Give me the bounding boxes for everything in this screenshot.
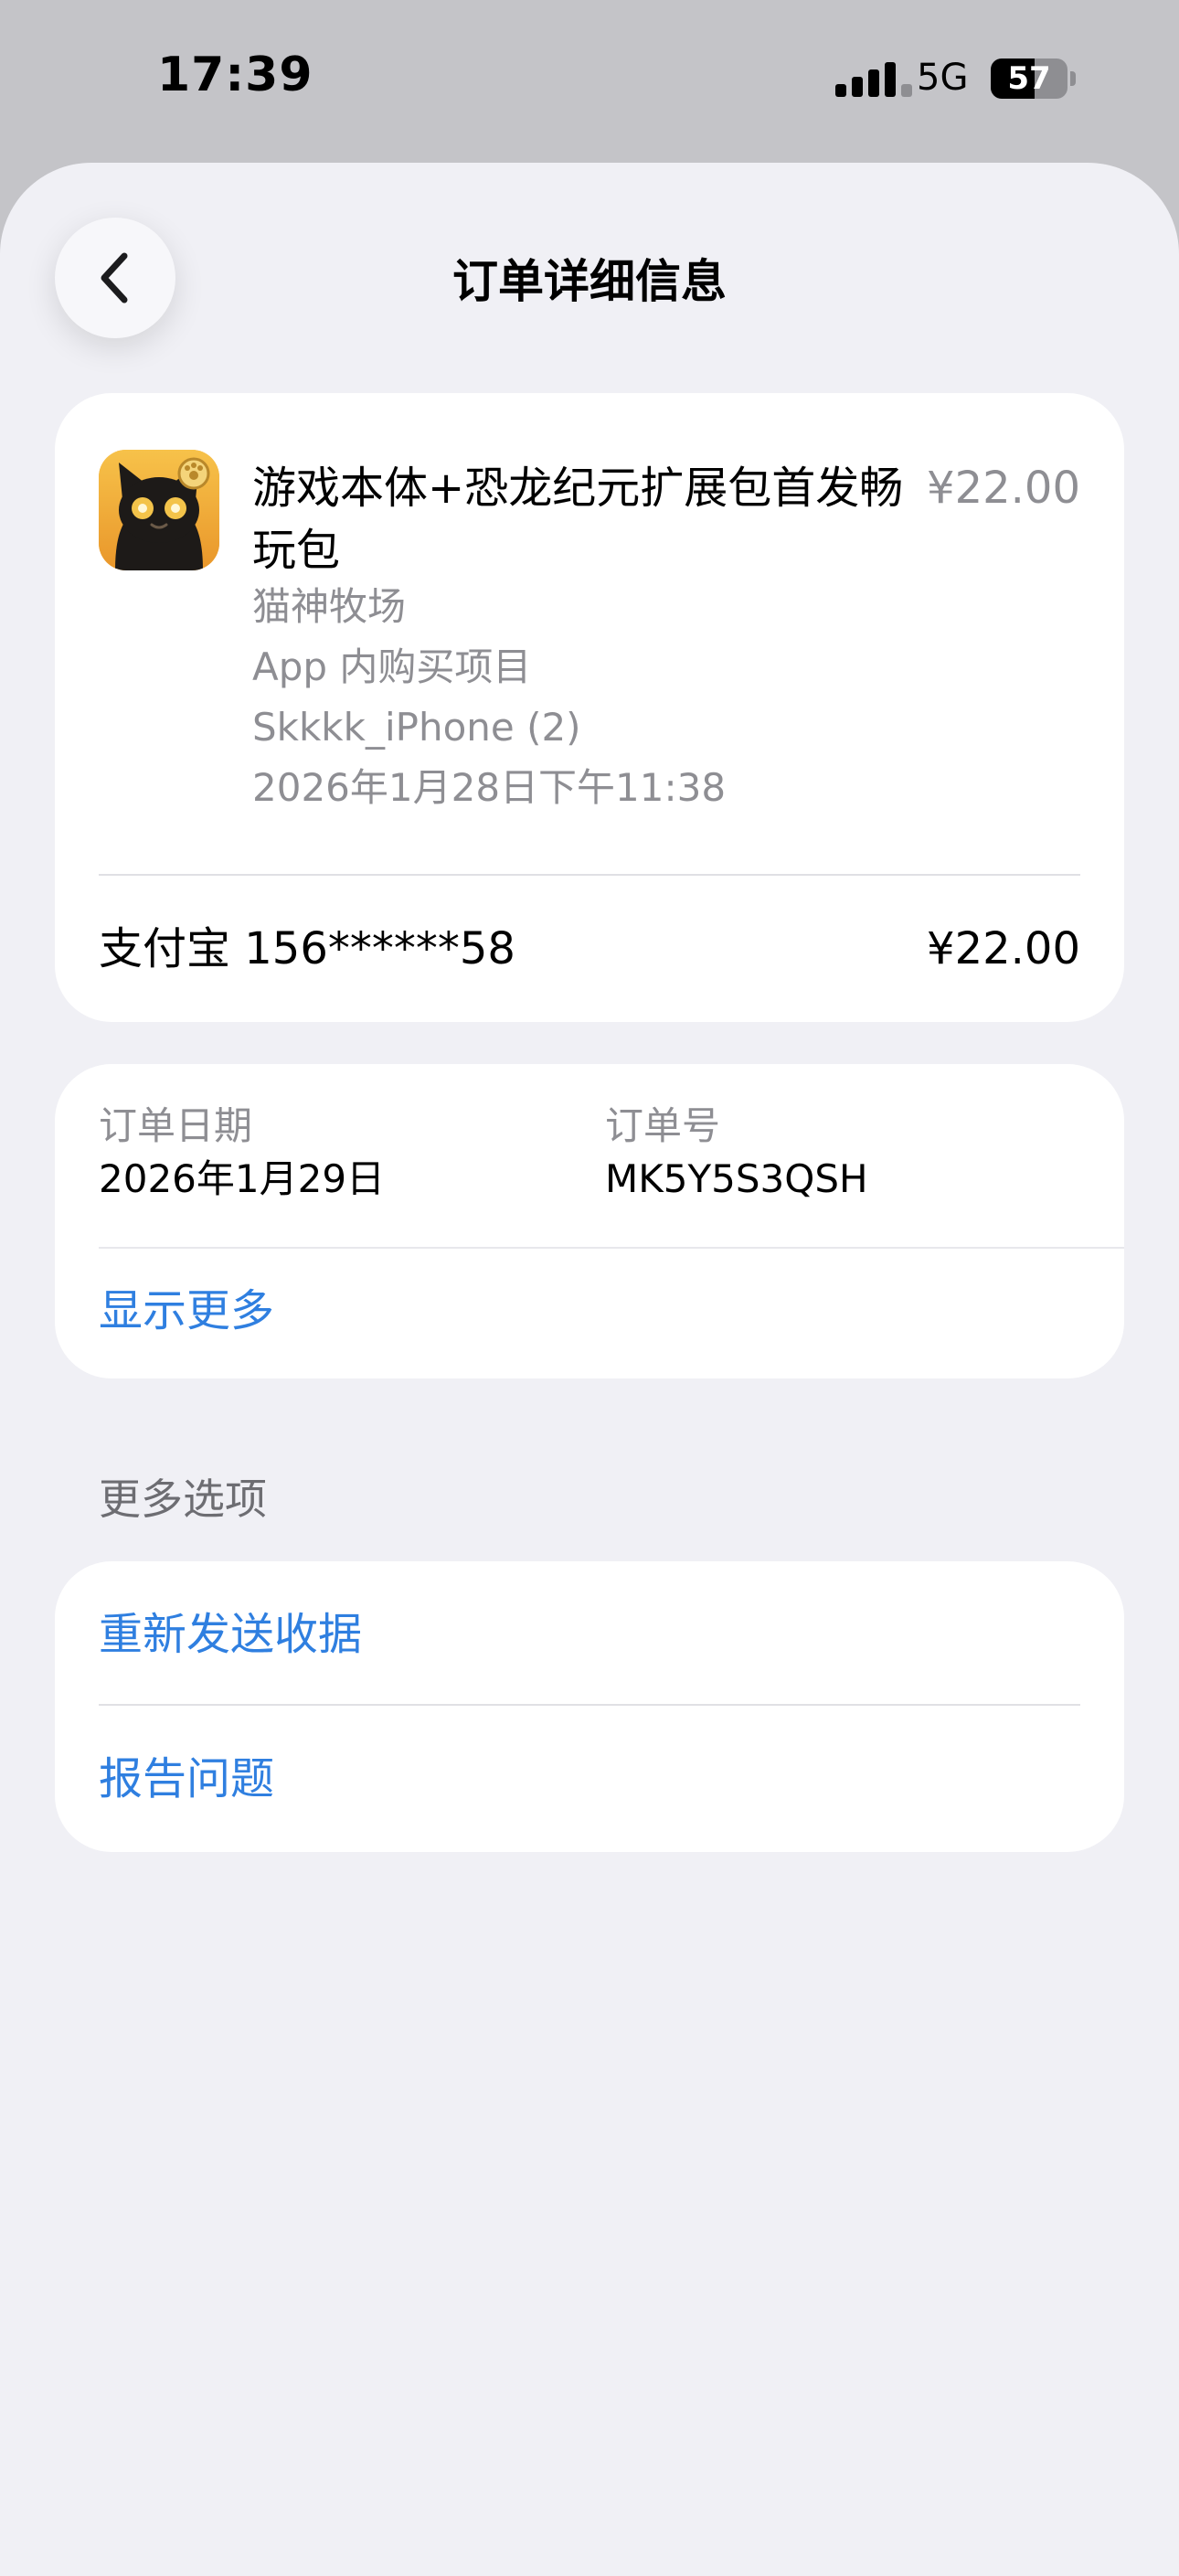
show-more-link[interactable]: 显示更多 — [99, 1282, 274, 1340]
purchase-date: 2026年1月28日下午11:38 — [252, 765, 727, 810]
device-name: Skkkk_iPhone (2) — [252, 705, 581, 750]
resend-receipt-button[interactable]: 重新发送收据 — [99, 1605, 362, 1664]
order-date-label: 订单日期 — [99, 1103, 253, 1148]
report-problem-button[interactable]: 报告问题 — [99, 1750, 274, 1808]
payment-method: 支付宝 156******58 — [99, 923, 515, 974]
status-time: 17:39 — [157, 48, 313, 102]
divider — [99, 1704, 1080, 1706]
battery-icon: 57 — [991, 59, 1076, 99]
divider — [99, 874, 1080, 876]
item-title: 游戏本体+恐龙纪元扩展包首发畅玩包 — [252, 463, 904, 576]
payment-amount: ¥22.00 — [927, 923, 1080, 974]
page-title: 订单详细信息 — [452, 255, 727, 308]
more-options-header: 更多选项 — [99, 1474, 267, 1524]
order-date-value: 2026年1月29日 — [99, 1156, 386, 1201]
status-bar: 17:39 5G 57 — [0, 0, 1179, 161]
network-type: 5G — [917, 57, 969, 99]
purchase-type: App 内购买项目 — [252, 644, 532, 689]
order-number-label: 订单号 — [605, 1103, 721, 1148]
purchase-card: 游戏本体+恐龙纪元扩展包首发畅玩包 ¥22.00 猫神牧场 App 内购买项目 … — [55, 393, 1124, 1022]
order-number-value: MK5Y5S3QSH — [605, 1156, 868, 1201]
item-price: ¥22.00 — [927, 463, 1080, 514]
cellular-signal-icon — [835, 62, 912, 97]
order-info-card: 订单日期 2026年1月29日 订单号 MK5Y5S3QSH 显示更多 — [55, 1064, 1124, 1378]
seller-name: 猫神牧场 — [252, 584, 407, 629]
order-detail-sheet: 订单详细信息 游戏本体+恐龙纪元扩展包首发畅玩包 ¥22.00 猫神牧场 App… — [0, 163, 1179, 2576]
app-icon[interactable] — [99, 450, 219, 570]
battery-level: 57 — [1007, 60, 1051, 97]
more-options-card: 重新发送收据 报告问题 — [55, 1561, 1124, 1852]
black-cat-app-icon — [99, 450, 219, 570]
divider — [99, 1247, 1124, 1249]
